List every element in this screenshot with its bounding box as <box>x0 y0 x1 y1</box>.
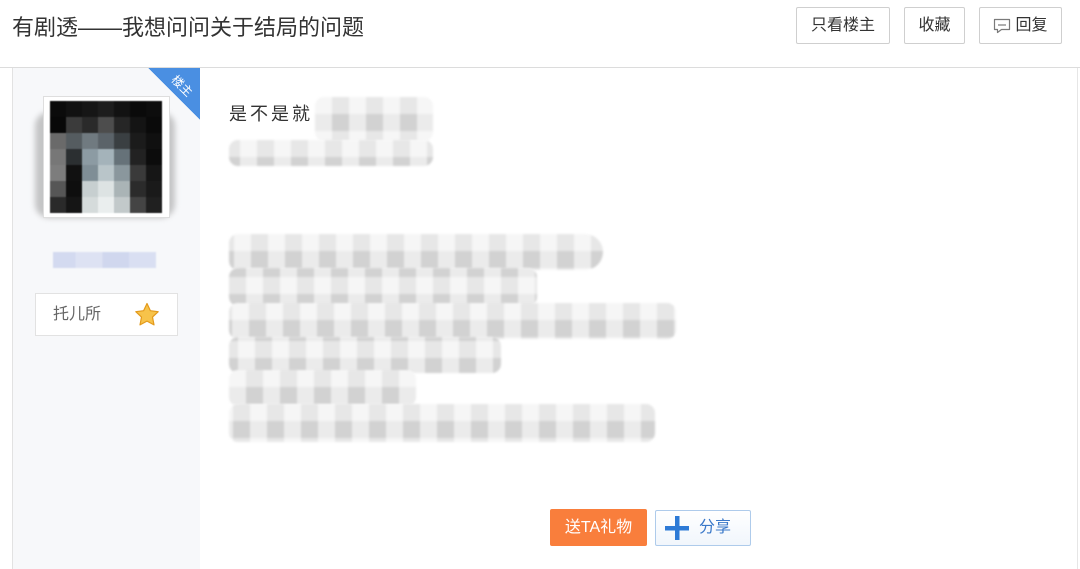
favorite-button[interactable]: 收藏 <box>904 7 965 44</box>
blurred-content-region <box>229 140 433 166</box>
comment-icon <box>994 18 1011 33</box>
badge-label: 托儿所 <box>53 306 102 323</box>
send-gift-button[interactable]: 送TA礼物 <box>550 509 647 546</box>
send-gift-label: 送TA礼物 <box>564 519 633 536</box>
blurred-content-region <box>315 97 433 141</box>
level-star-icon <box>135 302 159 326</box>
only-op-button[interactable]: 只看楼主 <box>796 7 890 44</box>
blurred-content-region <box>229 234 603 270</box>
blurred-content-region <box>229 268 537 306</box>
share-button[interactable]: 分享 <box>655 510 751 546</box>
avatar[interactable] <box>43 96 170 218</box>
share-label: 分享 <box>699 519 732 536</box>
avatar-image <box>50 101 66 117</box>
blurred-content-region <box>229 303 676 339</box>
reply-button[interactable]: 回复 <box>979 7 1062 44</box>
blurred-content-region <box>229 370 416 406</box>
blurred-content-region <box>229 404 655 442</box>
post-content-first-line: 是不是就 <box>229 104 313 124</box>
post-border-right <box>1077 68 1078 569</box>
member-badge[interactable]: 托儿所 <box>35 293 178 336</box>
reply-label: 回复 <box>1015 17 1048 34</box>
author-username-blurred[interactable] <box>53 252 156 268</box>
blurred-content-region <box>229 337 501 373</box>
only-op-label: 只看楼主 <box>810 17 875 34</box>
plus-icon <box>665 516 689 540</box>
thread-title: 有剧透——我想问问关于结局的问题 <box>12 15 365 40</box>
favorite-label: 收藏 <box>918 17 951 34</box>
